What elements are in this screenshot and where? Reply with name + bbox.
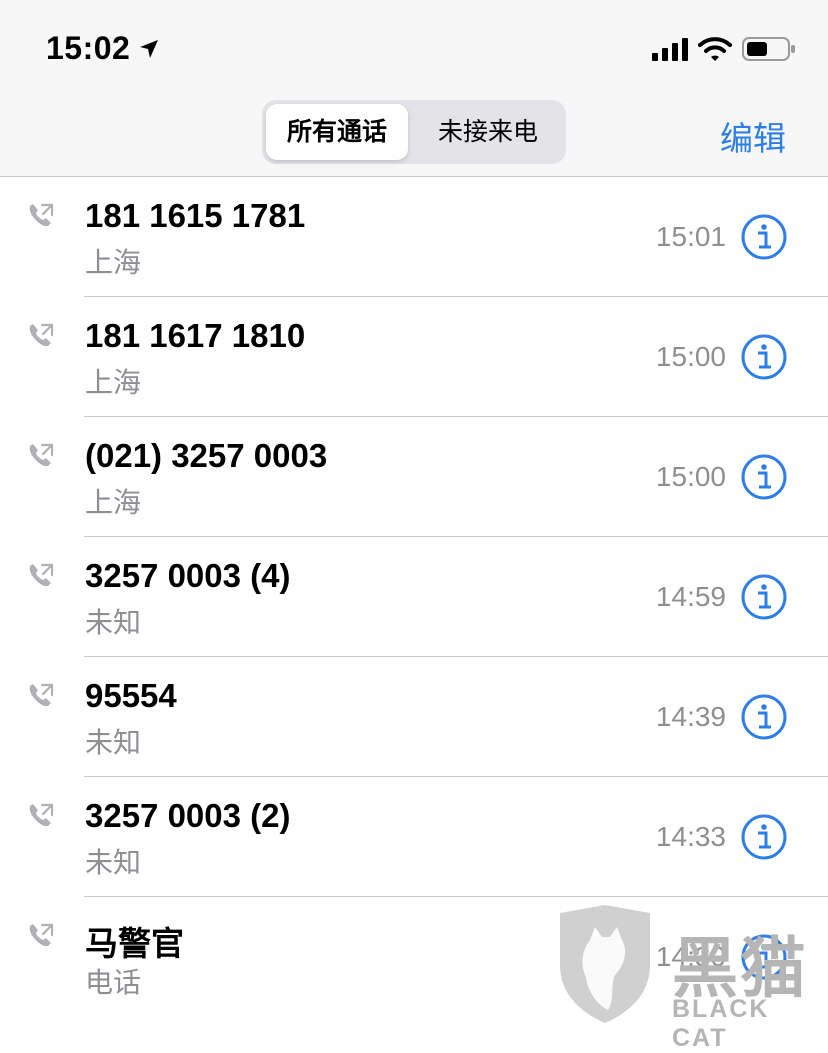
list-item[interactable]: (021) 3257 0003 上海 15:00 xyxy=(0,417,828,537)
call-label: 未知 xyxy=(85,607,142,638)
info-icon[interactable] xyxy=(740,573,788,621)
call-label: 未知 xyxy=(85,727,142,758)
edit-button[interactable]: 编辑 xyxy=(720,112,786,160)
status-time: 15:02 xyxy=(46,30,131,66)
watermark-text: BLACK CAT xyxy=(672,995,770,1052)
call-name: 马警官 xyxy=(85,925,184,962)
info-icon[interactable] xyxy=(740,693,788,741)
outgoing-call-icon xyxy=(29,443,54,467)
outgoing-call-icon xyxy=(29,803,54,827)
list-item[interactable]: 181 1615 1781 上海 15:01 xyxy=(0,177,828,297)
call-name: 181 1615 1781 xyxy=(85,197,306,234)
outgoing-call-icon xyxy=(29,923,54,947)
call-name: 95554 xyxy=(85,677,177,714)
list-item[interactable]: 3257 0003 (2) 未知 14:33 xyxy=(0,777,828,897)
location-arrow-icon xyxy=(140,40,158,58)
header-bar: 15:02 所有通话 未接来电 编辑 xyxy=(0,0,828,177)
call-time: 15:01 xyxy=(655,221,726,252)
call-time: 14:33 xyxy=(655,821,726,852)
battery-icon xyxy=(742,37,795,61)
outgoing-call-icon xyxy=(29,323,54,347)
segment-all-calls[interactable]: 所有通话 xyxy=(266,104,408,160)
recent-calls-list: 181 1615 1781 上海 15:01 181 1617 1810 上海 … xyxy=(0,177,828,1017)
call-name: 181 1617 1810 xyxy=(85,317,306,354)
info-icon[interactable] xyxy=(740,213,788,261)
list-item[interactable]: 181 1617 1810 上海 15:00 xyxy=(0,297,828,417)
call-name: 3257 0003 (4) xyxy=(85,557,291,594)
call-filter-segmented-control: 所有通话 未接来电 xyxy=(262,100,566,164)
call-name: (021) 3257 0003 xyxy=(85,437,328,474)
call-label: 上海 xyxy=(85,367,142,398)
black-cat-watermark-logo xyxy=(560,905,650,1023)
info-icon[interactable] xyxy=(740,813,788,861)
call-label: 未知 xyxy=(85,847,142,878)
call-name: 3257 0003 (2) xyxy=(85,797,291,834)
outgoing-call-icon xyxy=(29,683,54,707)
info-icon[interactable] xyxy=(740,333,788,381)
call-time: 15:00 xyxy=(655,461,726,492)
call-time: 14:59 xyxy=(655,581,726,612)
list-item[interactable]: 95554 未知 14:39 xyxy=(0,657,828,777)
call-time: 14:39 xyxy=(655,701,726,732)
call-time: 15:00 xyxy=(655,341,726,372)
info-icon[interactable] xyxy=(740,453,788,501)
call-label: 上海 xyxy=(85,247,142,278)
call-label: 上海 xyxy=(85,487,142,518)
call-label: 电话 xyxy=(85,967,142,998)
outgoing-call-icon xyxy=(29,203,54,227)
wifi-icon xyxy=(698,37,732,61)
outgoing-call-icon xyxy=(29,563,54,587)
cellular-signal-icon xyxy=(652,38,688,61)
list-item[interactable]: 3257 0003 (4) 未知 14:59 xyxy=(0,537,828,657)
segment-missed-calls[interactable]: 未接来电 xyxy=(414,104,562,160)
